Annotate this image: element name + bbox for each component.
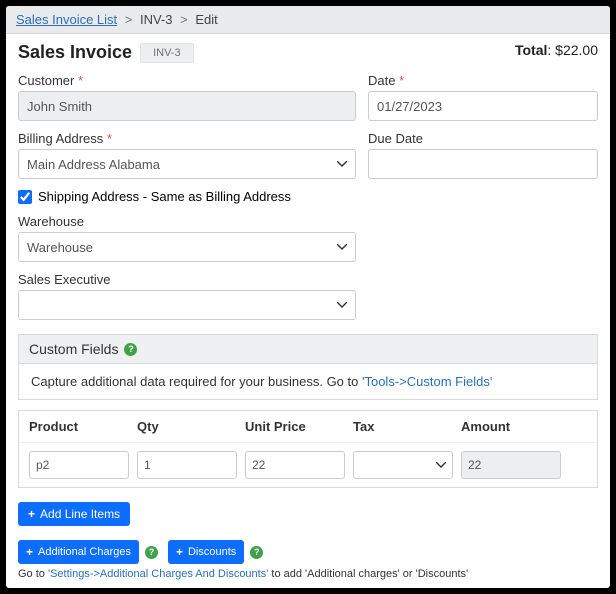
info-icon[interactable]: ? (124, 343, 137, 356)
discounts-button[interactable]: + Discounts (168, 540, 244, 564)
page-title: Sales Invoice (18, 42, 132, 63)
custom-fields-panel: Custom Fields ? Capture additional data … (18, 334, 598, 400)
breadcrumb-id: INV-3 (140, 12, 173, 27)
col-unit: Unit Price (245, 419, 345, 434)
customer-input[interactable] (18, 91, 356, 121)
ship-same-label: Shipping Address - Same as Billing Addre… (38, 189, 291, 204)
product-input[interactable] (29, 451, 129, 479)
salesexec-label: Sales Executive (18, 272, 356, 287)
total-label: Total (515, 42, 547, 58)
warehouse-label: Warehouse (18, 214, 356, 229)
billing-select[interactable]: Main Address Alabama (18, 149, 356, 179)
unit-price-input[interactable] (245, 451, 345, 479)
custom-fields-text: Capture additional data required for you… (31, 374, 362, 389)
due-date-label: Due Date (368, 131, 598, 146)
table-row (19, 443, 597, 487)
additional-charges-button[interactable]: + Additional Charges (18, 540, 139, 564)
col-amount: Amount (461, 419, 561, 434)
salesexec-select[interactable] (18, 290, 356, 320)
date-label: Date * (368, 73, 598, 88)
ship-same-checkbox[interactable] (18, 190, 32, 204)
plus-icon: + (176, 545, 183, 559)
warehouse-select[interactable]: Warehouse (18, 232, 356, 262)
custom-fields-link[interactable]: 'Tools->Custom Fields' (362, 374, 492, 389)
custom-fields-title: Custom Fields (29, 341, 118, 357)
amount-input (461, 451, 561, 479)
add-line-items-button[interactable]: + Add Line Items (18, 502, 130, 526)
billing-label: Billing Address * (18, 131, 356, 146)
date-input[interactable] (368, 91, 598, 121)
tax-select[interactable] (353, 451, 453, 479)
due-date-input[interactable] (368, 149, 598, 179)
info-icon[interactable]: ? (250, 546, 263, 559)
col-tax: Tax (353, 419, 453, 434)
info-icon[interactable]: ? (145, 546, 158, 559)
col-product: Product (29, 419, 129, 434)
breadcrumb: Sales Invoice List > INV-3 > Edit (6, 6, 610, 34)
plus-icon: + (28, 507, 35, 521)
breadcrumb-mode: Edit (195, 12, 217, 27)
breadcrumb-sep-2: > (180, 12, 188, 27)
line-items-table: Product Qty Unit Price Tax Amount (18, 410, 598, 488)
total-display: Total: $22.00 (515, 42, 598, 58)
total-value: $22.00 (555, 42, 598, 58)
plus-icon: + (26, 545, 33, 559)
qty-input[interactable] (137, 451, 237, 479)
help-text: Go to 'Settings->Additional Charges And … (18, 568, 598, 580)
invoice-badge: INV-3 (140, 43, 194, 63)
breadcrumb-sep-1: > (125, 12, 133, 27)
col-qty: Qty (137, 419, 237, 434)
breadcrumb-root-link[interactable]: Sales Invoice List (16, 12, 117, 27)
customer-label: Customer * (18, 73, 356, 88)
help-link[interactable]: 'Settings->Additional Charges And Discou… (48, 568, 268, 580)
